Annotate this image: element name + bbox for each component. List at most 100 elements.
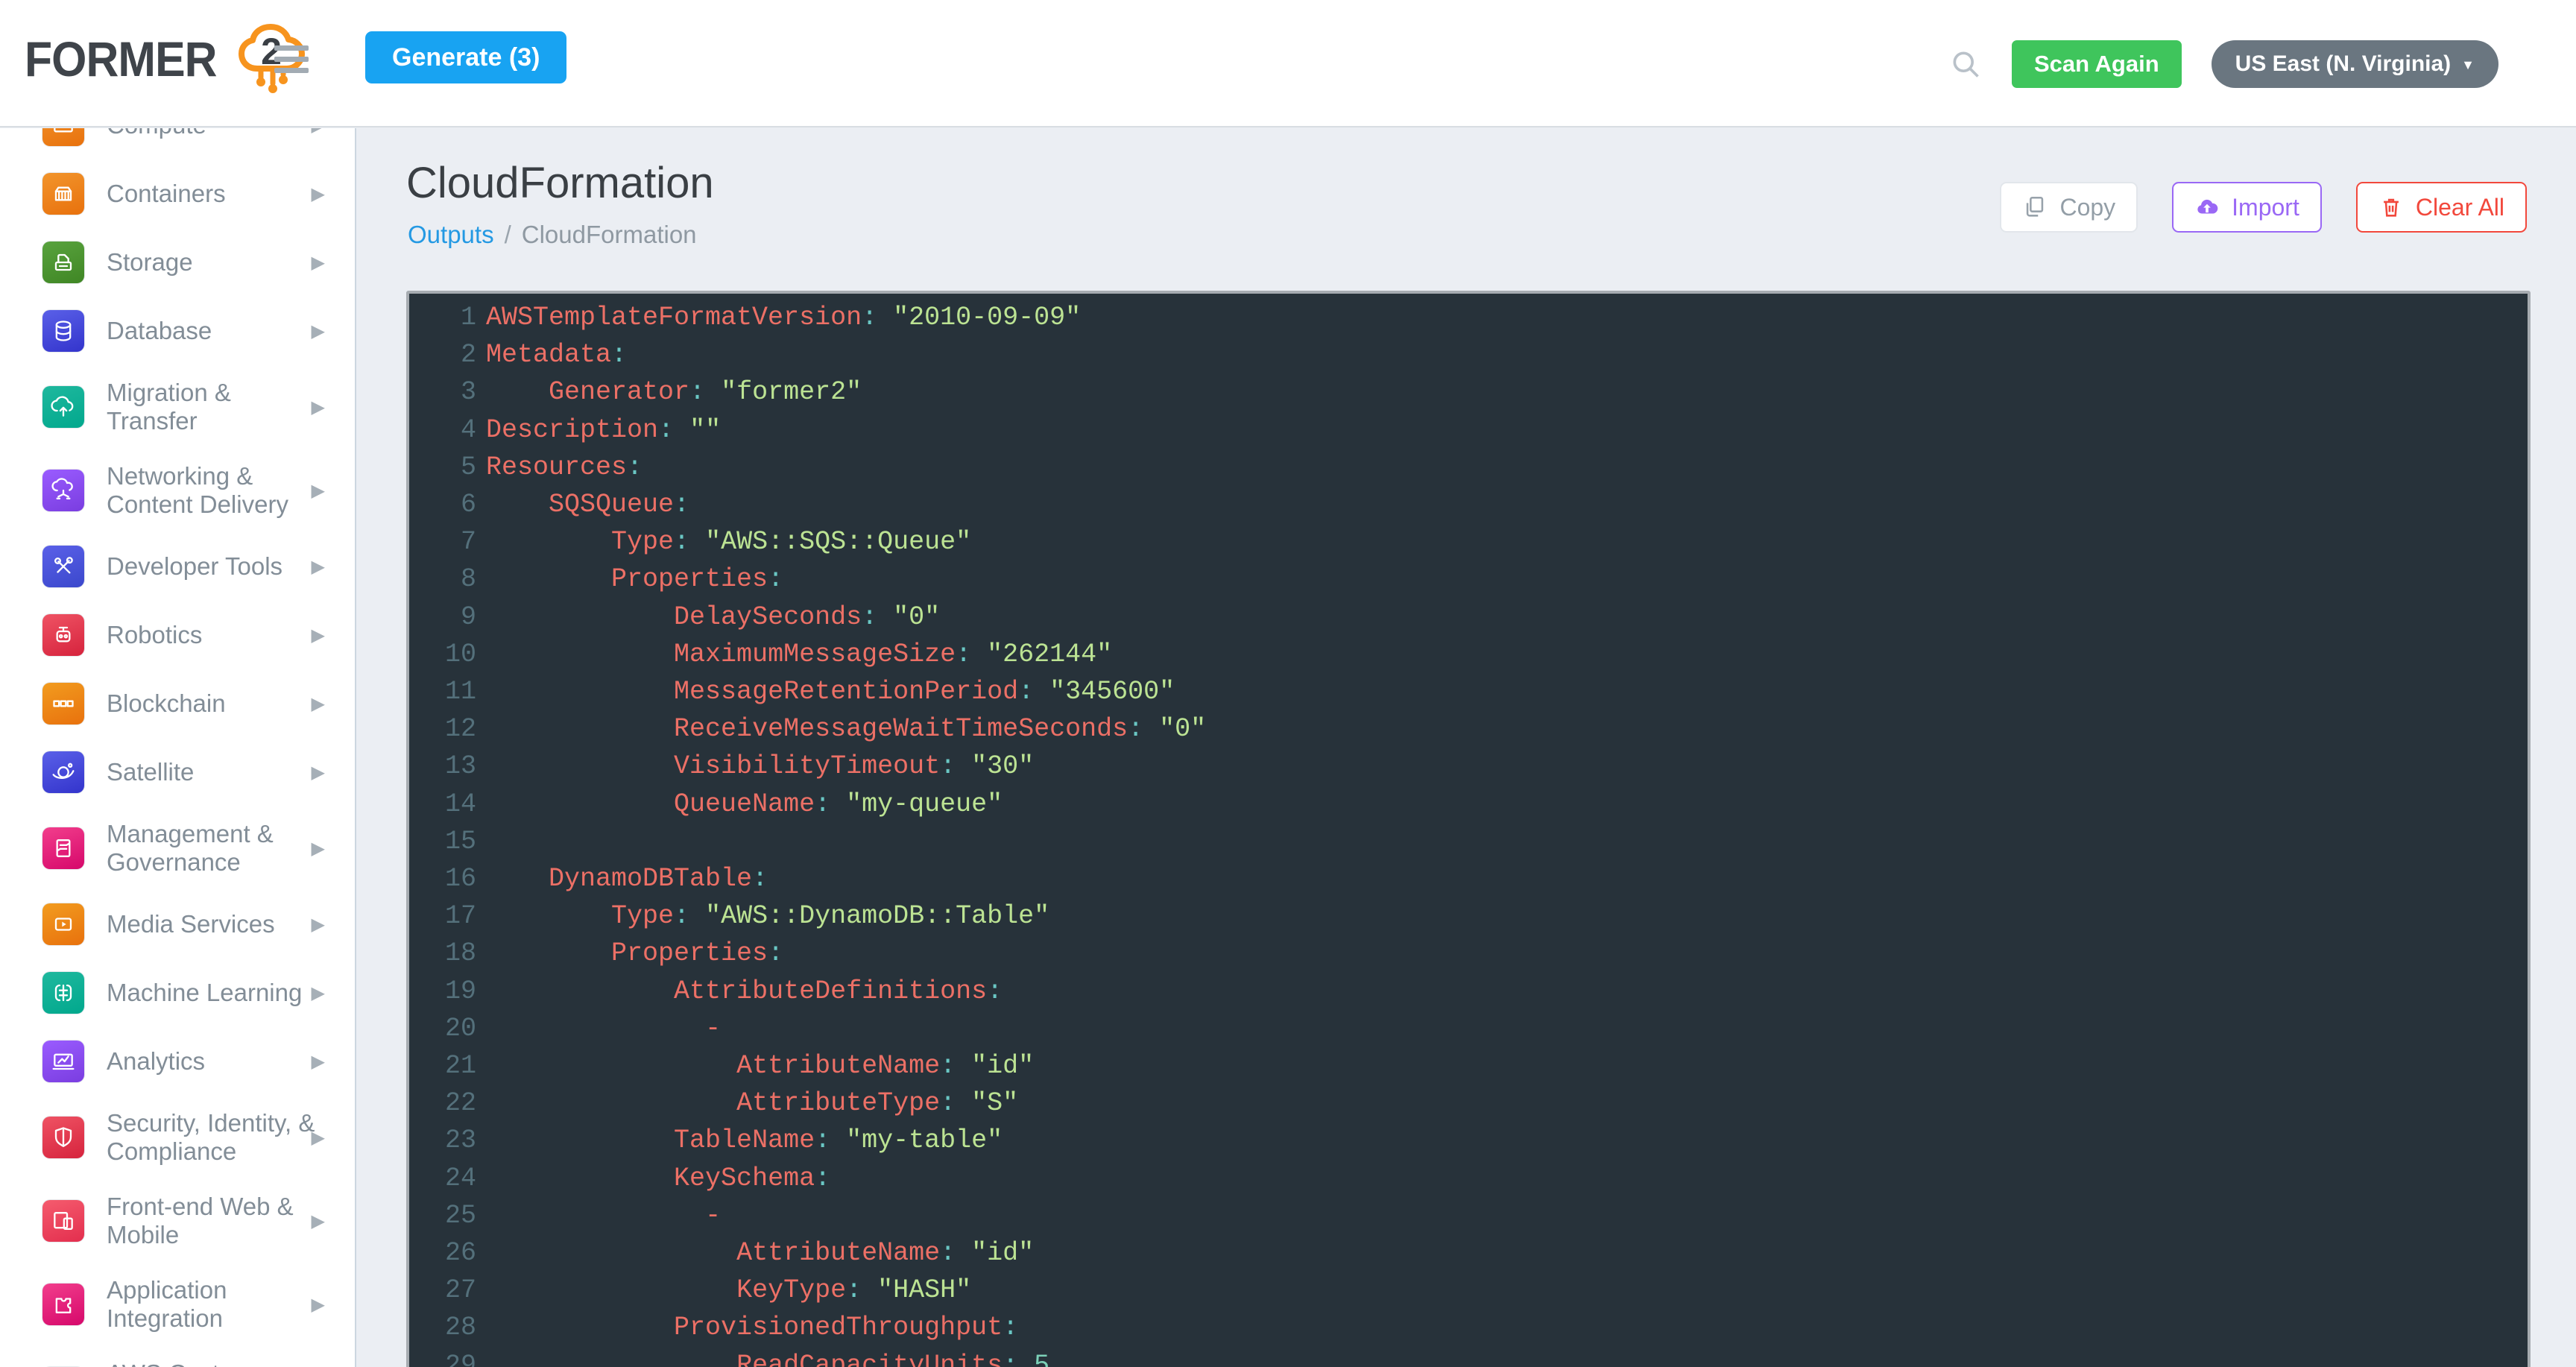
breadcrumb-separator: / [505,221,511,249]
line-content: MessageRetentionPeriod: "345600" [476,673,1175,710]
sidebar-item-label: Blockchain [107,689,226,718]
chevron-right-icon: ▶ [312,480,325,502]
code-line: 29 ReadCapacityUnits: 5 [409,1347,2528,1367]
line-number: 11 [409,673,476,710]
line-content: Properties: [476,561,783,598]
code-line: 5Resources: [409,449,2528,486]
code-line: 12 ReceiveMessageWaitTimeSeconds: "0" [409,710,2528,748]
sidebar-item-blockchain[interactable]: Blockchain▶ [0,669,355,738]
chevron-down-icon: ▼ [2461,57,2475,73]
sidebar-item-database[interactable]: Database▶ [0,297,355,365]
sidebar-item-security-identity-compliance[interactable]: Security, Identity, & Compliance▶ [0,1096,355,1179]
code-line: 3 Generator: "former2" [409,373,2528,411]
line-content: MaximumMessageSize: "262144" [476,636,1112,673]
sidebar-item-aws-cost-management[interactable]: AWS Cost Management▶ [0,1346,355,1367]
clear-all-button[interactable]: Clear All [2356,182,2527,233]
chevron-right-icon: ▶ [312,397,325,418]
sidebar-item-label: Security, Identity, & Compliance [107,1109,323,1166]
code-lines: 1AWSTemplateFormatVersion: "2010-09-09"2… [409,299,2528,1367]
code-line: 19 AttributeDefinitions: [409,973,2528,1010]
database-icon [42,310,84,352]
code-line: 7 Type: "AWS::SQS::Queue" [409,523,2528,561]
sidebar-item-storage[interactable]: Storage▶ [0,228,355,297]
line-number: 24 [409,1160,476,1197]
line-number: 22 [409,1085,476,1122]
line-number: 4 [409,411,476,449]
line-number: 1 [409,299,476,336]
line-content: VisibilityTimeout: "30" [476,748,1034,785]
sidebar-item-compute[interactable]: Compute▶ [0,128,355,160]
code-line: 10 MaximumMessageSize: "262144" [409,636,2528,673]
line-number: 25 [409,1197,476,1234]
line-content: Type: "AWS::DynamoDB::Table" [476,897,1049,935]
region-selector[interactable]: US East (N. Virginia) ▼ [2212,40,2498,88]
sidebar-item-label: Developer Tools [107,552,282,581]
code-line: 6 SQSQueue: [409,486,2528,523]
code-line: 13 VisibilityTimeout: "30" [409,748,2528,785]
sidebar-item-label: Containers [107,180,226,208]
sidebar-item-developer-tools[interactable]: Developer Tools▶ [0,532,355,601]
line-number: 19 [409,973,476,1010]
chevron-right-icon: ▶ [312,838,325,859]
analytics-icon [42,1041,84,1082]
sidebar-item-label: Analytics [107,1047,205,1076]
line-number: 5 [409,449,476,486]
code-line: 17 Type: "AWS::DynamoDB::Table" [409,897,2528,935]
line-number: 26 [409,1234,476,1272]
sidebar-item-label: Front-end Web & Mobile [107,1193,323,1249]
generate-button[interactable]: Generate (3) [365,31,566,83]
line-content: QueueName: "my-queue" [476,786,1003,823]
menu-toggle-icon[interactable] [274,45,309,79]
cloudformation-template-output: 1AWSTemplateFormatVersion: "2010-09-09"2… [406,291,2531,1367]
search-icon[interactable] [1949,48,1982,80]
sidebar-item-label: Satellite [107,758,194,786]
former2-logo[interactable]: FORMER 2 [25,10,309,115]
line-content: SQSQueue: [476,486,689,523]
code-line: 9 DelaySeconds: "0" [409,599,2528,636]
region-label: US East (N. Virginia) [2235,51,2452,77]
sidebar-item-management-governance[interactable]: Management & Governance▶ [0,806,355,890]
import-button[interactable]: Import [2172,182,2322,233]
line-number: 14 [409,786,476,823]
chevron-right-icon: ▶ [312,982,325,1004]
code-line: 4Description: "" [409,411,2528,449]
breadcrumb-outputs-link[interactable]: Outputs [408,221,494,249]
sidebar-item-machine-learning[interactable]: Machine Learning▶ [0,959,355,1027]
sidebar-item-label: Robotics [107,621,202,649]
trash-icon [2378,195,2404,220]
code-line: 8 Properties: [409,561,2528,598]
copy-button[interactable]: Copy [2000,182,2138,233]
sidebar-item-front-end-web-mobile[interactable]: Front-end Web & Mobile▶ [0,1179,355,1263]
sidebar-item-robotics[interactable]: Robotics▶ [0,601,355,669]
main-content: CloudFormation Outputs / CloudFormation … [358,128,2576,1367]
page-title: CloudFormation [406,158,714,208]
sidebar-item-satellite[interactable]: Satellite▶ [0,738,355,806]
compute-icon [42,128,84,146]
code-line: 28 ProvisionedThroughput: [409,1309,2528,1346]
line-number: 3 [409,373,476,411]
media-services-icon [42,903,84,945]
chevron-right-icon: ▶ [312,1210,325,1232]
line-number: 28 [409,1309,476,1346]
sidebar-item-networking-content-delivery[interactable]: Networking & Content Delivery▶ [0,449,355,532]
chevron-right-icon: ▶ [312,1051,325,1073]
sidebar-item-application-integration[interactable]: Application Integration▶ [0,1263,355,1346]
security-icon [42,1117,84,1158]
chevron-right-icon: ▶ [312,914,325,935]
sidebar-item-media-services[interactable]: Media Services▶ [0,890,355,959]
line-content: ReceiveMessageWaitTimeSeconds: "0" [476,710,1206,748]
sidebar-item-analytics[interactable]: Analytics ▶ [0,1027,355,1096]
line-content: TableName: "my-table" [476,1122,1003,1159]
line-content: - [476,1197,736,1234]
sidebar-item-label: Management & Governance [107,820,323,877]
migration-transfer-icon [42,386,84,428]
sidebar-item-containers[interactable]: Containers▶ [0,160,355,228]
scan-again-button[interactable]: Scan Again [2012,40,2182,88]
line-content: ReadCapacityUnits: 5 [476,1347,1049,1367]
template-actions: Copy Import Clear All [2000,182,2527,233]
sidebar-item-migration-transfer[interactable]: Migration & Transfer▶ [0,365,355,449]
frontend-web-mobile-icon [42,1200,84,1242]
networking-icon [42,470,84,511]
line-number: 16 [409,860,476,897]
line-number: 18 [409,935,476,972]
